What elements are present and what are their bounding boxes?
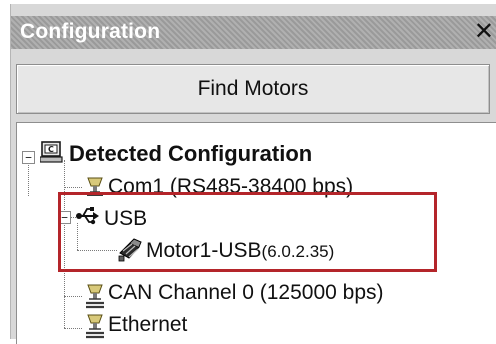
close-icon[interactable]: ✕ <box>474 18 494 46</box>
ethernet-port-icon <box>83 313 107 344</box>
find-motors-button[interactable]: Find Motors <box>16 64 490 114</box>
tree-root-label[interactable]: Detected Configuration <box>69 141 312 167</box>
can-port-icon <box>83 283 107 314</box>
panel-titlebar[interactable]: Configuration ✕ <box>11 16 496 49</box>
svg-text:C: C <box>48 145 54 154</box>
tree-connector-line <box>64 296 82 297</box>
collapse-root-toggle[interactable]: − <box>22 151 35 164</box>
tree-connector-line <box>28 160 29 196</box>
configuration-panel: Configuration ✕ Find Motors − C Detected… <box>10 4 496 344</box>
tree-connector-line <box>64 328 82 329</box>
panel-title: Configuration <box>20 20 161 43</box>
computer-icon: C <box>39 141 64 170</box>
tree-connector-line <box>64 187 82 188</box>
tree-item-can-channel-0[interactable]: CAN Channel 0 (125000 bps) <box>108 281 384 305</box>
tree-item-ethernet[interactable]: Ethernet <box>108 313 187 337</box>
find-motors-label: Find Motors <box>197 77 309 100</box>
usb-highlight-box <box>58 192 437 272</box>
